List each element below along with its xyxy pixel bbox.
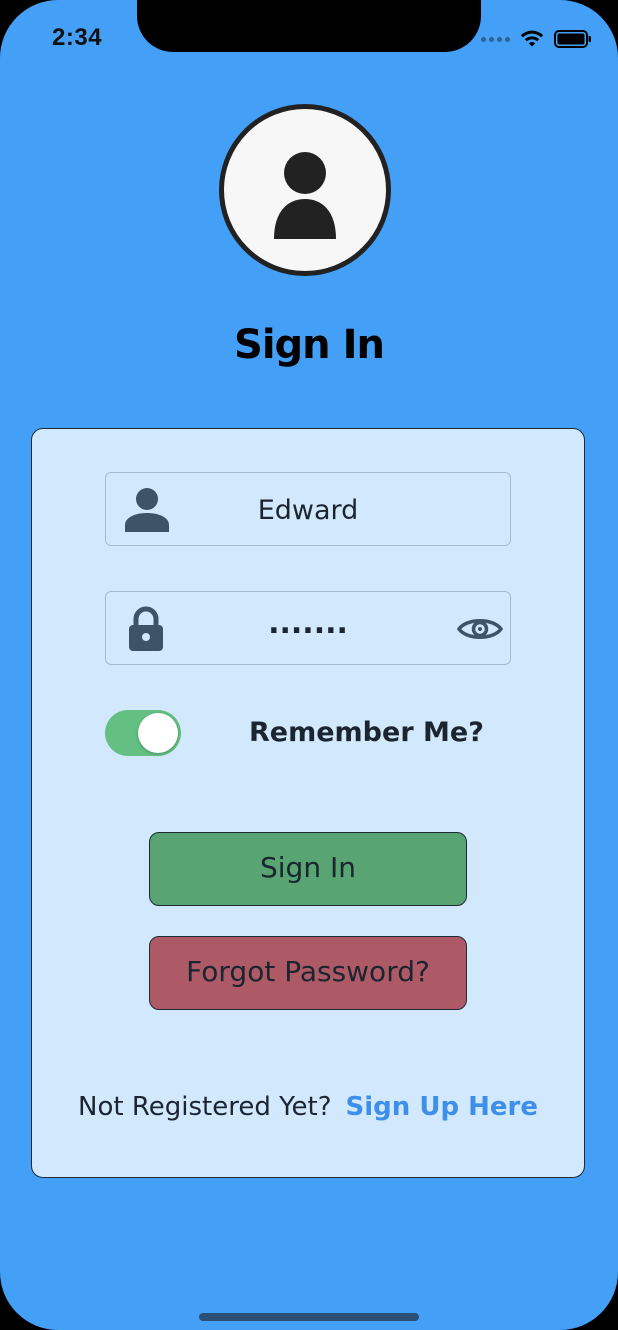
sign-up-link[interactable]: Sign Up Here: [346, 1092, 538, 1122]
toggle-knob: [138, 713, 178, 753]
signup-prompt: Not Registered Yet? Sign Up Here: [32, 1092, 584, 1122]
home-indicator[interactable]: [199, 1313, 419, 1321]
sign-in-button[interactable]: Sign In: [149, 832, 467, 906]
remember-me-toggle[interactable]: [105, 710, 181, 756]
signal-icon: [481, 36, 510, 42]
remember-me-label: Remember Me?: [249, 717, 484, 748]
password-value: .......: [268, 606, 348, 641]
status-time: 2:34: [52, 24, 103, 51]
forgot-password-button[interactable]: Forgot Password?: [149, 936, 467, 1010]
user-avatar-icon: [274, 152, 336, 239]
not-registered-text: Not Registered Yet?: [78, 1092, 332, 1122]
sign-in-card: Edward ....... Remember Me? Sign In Forg…: [31, 428, 585, 1178]
username-value: Edward: [257, 495, 359, 526]
page-title: Sign In: [234, 322, 385, 368]
avatar[interactable]: [219, 104, 391, 276]
phone-screen: 2:34 Sign In Edward ....... Remember Me?…: [0, 0, 618, 1330]
notch: [137, 0, 481, 52]
wifi-icon: [520, 30, 544, 47]
status-icons: [481, 27, 592, 51]
battery-icon: [554, 30, 591, 48]
password-field[interactable]: .......: [105, 591, 511, 665]
eye-icon[interactable]: [457, 615, 503, 643]
username-field[interactable]: Edward: [105, 472, 511, 546]
